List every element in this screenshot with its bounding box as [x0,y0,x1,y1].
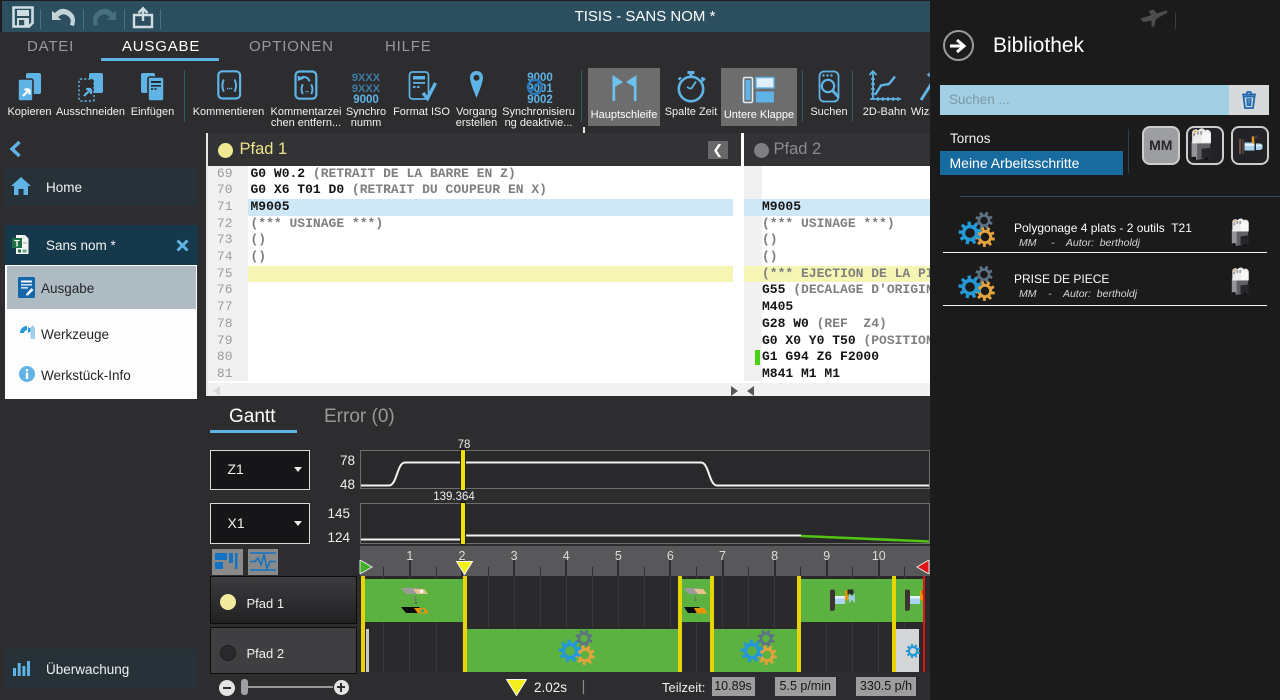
svg-text:9002: 9002 [527,94,553,106]
svg-text:9000: 9000 [353,94,379,106]
svg-text:T: T [14,239,20,249]
